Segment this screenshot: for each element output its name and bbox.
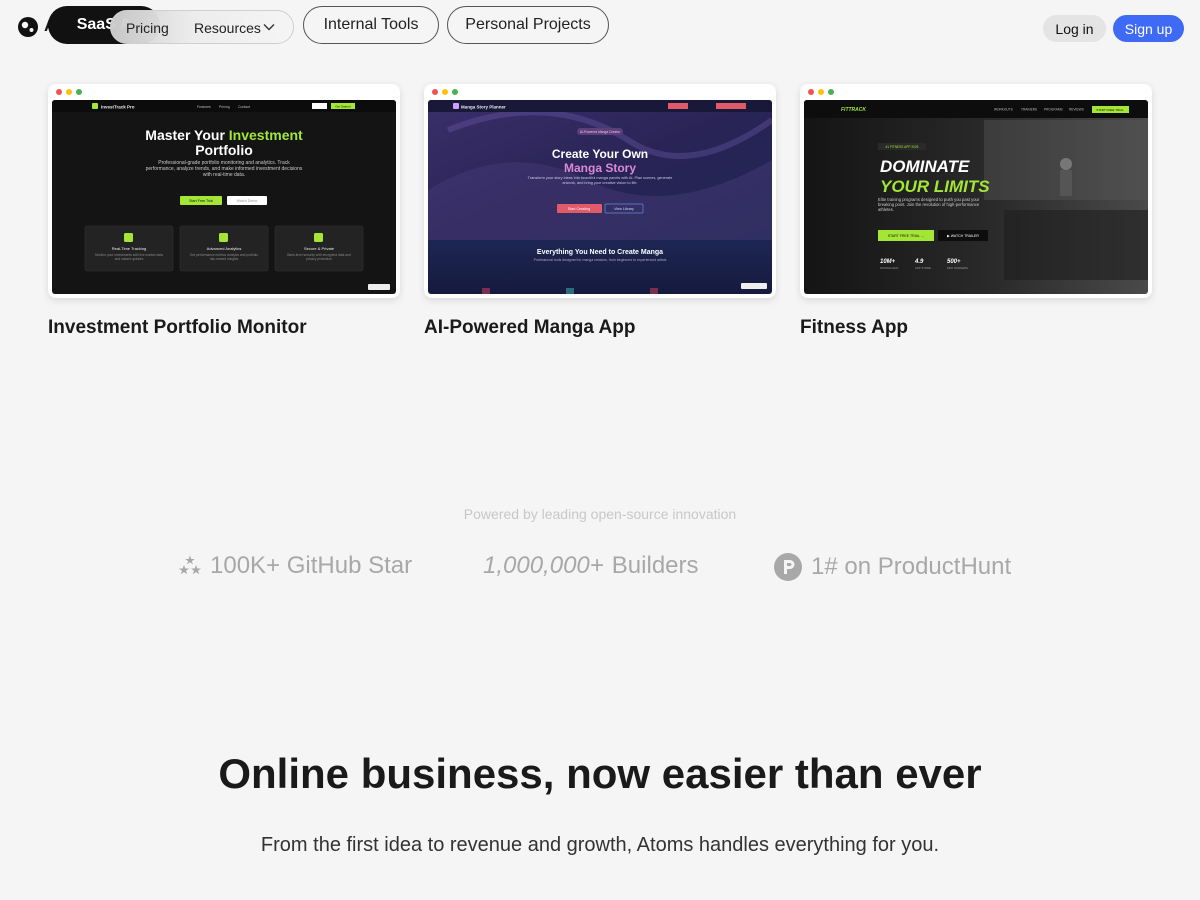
shot-body: Professional-grade portfolio monitoring … (145, 160, 303, 178)
stat-producthunt: 1# on ProductHunt (773, 552, 1011, 582)
card-title-investment[interactable]: Investment Portfolio Monitor (48, 317, 307, 339)
shot-cta: START FREE TRIAL (1096, 108, 1124, 112)
shot-badge: AI-Powered Manga Creator (580, 130, 621, 134)
shot-nav-3: Contact (238, 105, 250, 109)
shot-cta: Get Started (335, 104, 351, 108)
svg-text:APP STORE: APP STORE (915, 266, 931, 270)
svg-text:10M+: 10M+ (880, 259, 896, 265)
shot-btn-secondary: ▶ WATCH TRAILER (947, 234, 979, 238)
shot-brand: FITTRACK (841, 107, 866, 113)
svg-text:4.9: 4.9 (914, 259, 924, 265)
shot-headline-b: YOUR LIMITS (880, 177, 990, 196)
window-controls (56, 89, 82, 95)
shot-section: Everything You Need to Create Manga (537, 249, 663, 256)
github-stat-label: 100K+ GitHub Star (210, 552, 413, 579)
shot-body: Elite training programs designed to push… (878, 197, 980, 213)
shot-btn-primary: START FREE TRIAL → (888, 234, 925, 238)
svg-text:REVIEWS: REVIEWS (1069, 108, 1084, 112)
powered-by-text: Powered by leading open-source innovatio… (463, 506, 737, 522)
shot-btn-primary: Start Creating (568, 207, 590, 211)
chevron-down-icon[interactable] (263, 23, 275, 31)
shot-feature-3: Secure & Private (304, 246, 335, 251)
floating-nav-menu: Pricing Resources (110, 10, 294, 44)
stat-builders: 1,000,000+ Builders (483, 552, 699, 580)
shot-badge: #1 FITNESS APP 2025 (886, 145, 919, 149)
card-title-manga[interactable]: AI-Powered Manga App (424, 317, 635, 339)
project-card-investment[interactable]: InvestTrack Pro Features Pricing Contact… (48, 84, 400, 298)
nav-resources-link[interactable]: Resources (194, 20, 261, 36)
svg-text:500+: 500+ (947, 259, 961, 265)
shot-brand: Manga Story Planner (461, 105, 506, 110)
shot-headline-c: Portfolio (195, 142, 253, 158)
fitness-app-screenshot: FITTRACK WORKOUTS TRAINERS PROGRAMS REVI… (804, 100, 1148, 294)
window-controls (432, 89, 458, 95)
svg-text:Master Your Investment: Master Your Investment (145, 127, 303, 143)
stars-cluster-icon (179, 555, 201, 575)
shot-btn-secondary: Watch Demo (237, 199, 258, 203)
producthunt-stat-label: 1# on ProductHunt (811, 553, 1012, 580)
shot-headline-a: DOMINATE (880, 157, 970, 176)
stat-github-stars: 100K+ GitHub Star (178, 552, 412, 580)
shot-brand: InvestTrack Pro (101, 105, 135, 110)
shot-headline-a: Create Your Own (552, 147, 648, 161)
svg-text:PRO TRAINERS: PRO TRAINERS (947, 266, 968, 270)
svg-text:PROGRAMS: PROGRAMS (1044, 108, 1063, 112)
project-card-manga[interactable]: Manga Story Planner AI-Powered Manga Cre… (424, 84, 776, 298)
svg-text:TRAINERS: TRAINERS (1021, 108, 1037, 112)
hero-subtitle: From the first idea to revenue and growt… (260, 834, 940, 856)
builders-number: 1,000,000+ (483, 552, 604, 579)
nav-pricing-link[interactable]: Pricing (126, 20, 169, 36)
shot-body: Transform your story ideas into beautifu… (527, 176, 673, 185)
top-navigation: A SaaS A Internal Tools Personal Project… (0, 0, 1200, 56)
feature-cards: Real-Time Tracking Monitor your investme… (84, 225, 364, 272)
shot-nav-1: Features (197, 105, 211, 109)
signup-button[interactable]: Sign up (1113, 15, 1184, 42)
shot-feature-1: Real-Time Tracking (112, 246, 147, 251)
tab-personal-projects[interactable]: Personal Projects (447, 6, 609, 44)
shot-nav-2: Pricing (219, 105, 230, 109)
tab-internal-tools[interactable]: Internal Tools (303, 6, 439, 44)
atoms-logo-icon[interactable] (16, 15, 40, 39)
shot-btn-primary: Start Free Trial (189, 199, 213, 203)
svg-text:WORKOUTS: WORKOUTS (994, 108, 1013, 112)
shot-headline-b: Investment (229, 127, 303, 143)
shot-section-sub: Professional tools designed for manga cr… (533, 258, 667, 262)
hero-title: Online business, now easier than ever (218, 750, 982, 797)
window-controls (808, 89, 834, 95)
builders-label: Builders (611, 552, 699, 579)
shot-headline-a: Master Your (145, 127, 229, 143)
card-title-fitness[interactable]: Fitness App (800, 317, 908, 339)
producthunt-icon (774, 553, 802, 581)
svg-text:DOWNLOADS: DOWNLOADS (880, 266, 898, 270)
shot-headline-b: Manga Story (564, 161, 636, 175)
shot-feature-2: Advanced Analytics (207, 246, 242, 251)
manga-app-screenshot: Manga Story Planner AI-Powered Manga Cre… (428, 100, 772, 294)
project-card-fitness[interactable]: FITTRACK WORKOUTS TRAINERS PROGRAMS REVI… (800, 84, 1152, 298)
shot-btn-secondary: View Library (614, 207, 634, 211)
investment-app-screenshot: InvestTrack Pro Features Pricing Contact… (52, 100, 396, 294)
login-button[interactable]: Log in (1043, 15, 1106, 42)
